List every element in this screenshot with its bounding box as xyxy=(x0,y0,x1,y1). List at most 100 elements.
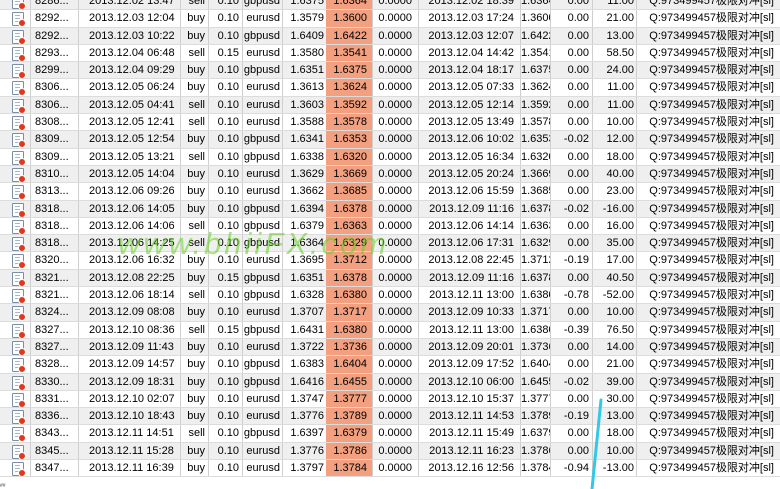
close-time-cell: 2013.12.03 17:24 xyxy=(418,10,520,27)
table-row[interactable]: 8345... 2013.12.11 15:28 buy 0.10 eurusd 1.37… xyxy=(0,442,780,461)
table-row[interactable]: 8309... 2013.12.05 13:21 sell 0.10 gbpusd 1.6… xyxy=(0,148,780,166)
table-row[interactable]: 8318... 2013.12.06 14:06 sell 0.10 gbpusd 1.6… xyxy=(0,217,780,236)
commission-cell: -0.94 xyxy=(550,460,592,477)
size-cell: 0.10 xyxy=(208,217,242,235)
open-price-cell: 1.6338 xyxy=(282,148,326,165)
close-price-cell: 1.6375 xyxy=(520,62,550,79)
table-row[interactable]: 8321... 2013.12.08 22:25 buy 0.15 gbpusd 1.63… xyxy=(0,269,780,288)
ticket-cell: 8318... xyxy=(30,235,78,252)
close-price-cell: 1.6380 xyxy=(520,287,550,304)
table-row[interactable]: 8330... 2013.12.09 18:31 buy 0.10 gbpusd 1.64… xyxy=(0,373,780,391)
profit-cell: -16.00 xyxy=(592,200,636,217)
close-price-cell: 1.3541 xyxy=(520,44,550,62)
table-row[interactable]: 8293... 2013.12.04 06:48 sell 0.15 eurusd 1.3… xyxy=(0,44,780,63)
table-row[interactable]: 8286... 2013.12.02 13:47 sell 0.10 gbpusd 1.6… xyxy=(0,0,780,11)
table-row[interactable]: 8292... 2013.12.03 12:04 buy 0.10 eurusd 1.35… xyxy=(0,10,780,28)
open-price-cell: 1.3662 xyxy=(282,183,326,200)
type-cell: buy xyxy=(180,442,208,460)
table-row[interactable]: 8327... 2013.12.10 08:36 sell 0.15 gbpusd 1.6… xyxy=(0,321,780,339)
ticket-cell: 8306... xyxy=(30,79,78,96)
close-time-cell: 2013.12.04 18:17 xyxy=(418,62,520,79)
ticket-cell: 8321... xyxy=(30,287,78,304)
open-price-cell: 1.6416 xyxy=(282,373,326,390)
profit-cell: 30.00 xyxy=(592,390,636,408)
close-time-cell: 2013.12.06 10:02 xyxy=(418,131,520,148)
close-price-cell: 1.3624 xyxy=(520,79,550,96)
symbol-cell: gbpusd xyxy=(242,131,282,148)
closed-order-dot-icon xyxy=(18,192,26,200)
ticket-cell: 8309... xyxy=(30,131,78,148)
table-row[interactable]: 8306... 2013.12.05 04:41 sell 0.10 eurusd 1.3… xyxy=(0,96,780,115)
ticket-cell: 8343... xyxy=(30,425,78,442)
open-price-cell: 1.3722 xyxy=(282,338,326,356)
open-time-cell: 2013.12.06 14:05 xyxy=(78,200,180,217)
order-icon xyxy=(0,408,30,425)
closed-order-dot-icon xyxy=(18,123,26,131)
comment-cell: Q:973499457极限对冲[sl] xyxy=(636,287,780,304)
type-cell: sell xyxy=(180,96,208,114)
size-cell: 0.10 xyxy=(208,287,242,304)
ticket-cell: 8292... xyxy=(30,10,78,27)
open-price-cell: 1.6394 xyxy=(282,200,326,217)
table-row[interactable]: 8299... 2013.12.04 09:29 buy 0.10 gbpusd 1.63… xyxy=(0,62,780,80)
size-cell: 0.10 xyxy=(208,79,242,96)
stop-loss-cell: 1.3624 xyxy=(326,79,372,96)
open-time-cell: 2013.12.06 14:06 xyxy=(78,217,180,235)
table-row[interactable]: 8328... 2013.12.09 14:57 buy 0.10 gbpusd 1.63… xyxy=(0,356,780,374)
table-row[interactable]: 8309... 2013.12.05 12:54 buy 0.10 gbpusd 1.63… xyxy=(0,131,780,149)
open-price-cell: 1.3776 xyxy=(282,408,326,425)
close-price-cell: 1.6379 xyxy=(520,425,550,442)
commission-cell: 0.00 xyxy=(550,96,592,114)
commission-cell: -0.02 xyxy=(550,373,592,390)
table-row[interactable]: 8320... 2013.12.06 16:32 buy 0.10 eurusd 1.36… xyxy=(0,252,780,270)
commission-cell: 0.00 xyxy=(550,10,592,27)
profit-cell: 13.00 xyxy=(592,27,636,44)
stop-loss-cell: 1.6363 xyxy=(326,217,372,235)
open-time-cell: 2013.12.09 08:08 xyxy=(78,304,180,321)
close-time-cell: 2013.12.09 20:01 xyxy=(418,338,520,356)
commission-cell: 0.00 xyxy=(550,44,592,62)
symbol-cell: gbpusd xyxy=(242,217,282,235)
close-price-cell: 1.6404 xyxy=(520,356,550,373)
size-cell: 0.10 xyxy=(208,442,242,460)
size-cell: 0.10 xyxy=(208,148,242,165)
close-price-cell: 1.6353 xyxy=(520,131,550,148)
symbol-cell: gbpusd xyxy=(242,356,282,373)
closed-order-dot-icon xyxy=(18,434,26,442)
symbol-cell: gbpusd xyxy=(242,269,282,287)
close-price-cell: 1.6320 xyxy=(520,148,550,165)
order-icon xyxy=(0,287,30,304)
table-row[interactable]: 8331... 2013.12.10 02:07 buy 0.10 eurusd 1.37… xyxy=(0,390,780,409)
open-time-cell: 2013.12.05 12:54 xyxy=(78,131,180,148)
ticket-cell: 8313... xyxy=(30,183,78,200)
closed-order-dot-icon xyxy=(18,313,26,321)
table-row[interactable]: 8292... 2013.12.03 10:22 buy 0.10 gbpusd 1.64… xyxy=(0,27,780,45)
comment-cell: Q:973499457极限对冲[sl] xyxy=(636,10,780,27)
ticket-cell: 8308... xyxy=(30,114,78,131)
open-time-cell: 2013.12.03 12:04 xyxy=(78,10,180,27)
symbol-cell: eurusd xyxy=(242,44,282,62)
table-row[interactable]: 8324... 2013.12.09 08:08 buy 0.10 eurusd 1.37… xyxy=(0,304,780,322)
take-profit-cell: 0.0000 xyxy=(372,96,418,114)
table-row[interactable]: 8318... 2013.12.06 14:05 buy 0.10 gbpusd 1.63… xyxy=(0,200,780,218)
comment-cell: Q:973499457极限对冲[sl] xyxy=(636,183,780,200)
open-time-cell: 2013.12.11 15:28 xyxy=(78,442,180,460)
stop-loss-cell: 1.3712 xyxy=(326,252,372,269)
table-row[interactable]: 8308... 2013.12.05 12:41 sell 0.10 eurusd 1.3… xyxy=(0,114,780,132)
table-row[interactable]: 8327... 2013.12.09 11:43 buy 0.10 eurusd 1.37… xyxy=(0,338,780,357)
table-row[interactable]: 8310... 2013.12.05 14:04 buy 0.10 eurusd 1.36… xyxy=(0,165,780,184)
order-icon xyxy=(0,97,30,114)
table-row[interactable]: 8313... 2013.12.06 09:26 buy 0.10 eurusd 1.36… xyxy=(0,183,780,201)
table-row[interactable]: 8347... 2013.12.11 16:39 buy 0.10 eurusd 1.37… xyxy=(0,460,780,478)
table-row[interactable]: 8318... 2013.12.06 14:25 sell 0.10 gbpusd 1.6… xyxy=(0,235,780,253)
closed-order-dot-icon xyxy=(18,19,26,27)
table-row[interactable]: 8336... 2013.12.10 18:43 buy 0.10 eurusd 1.37… xyxy=(0,408,780,426)
table-row[interactable]: 8343... 2013.12.11 14:51 sell 0.10 gbpusd 1.6… xyxy=(0,425,780,443)
close-price-cell: 1.3736 xyxy=(520,338,550,356)
symbol-cell: gbpusd xyxy=(242,425,282,442)
take-profit-cell: 0.0000 xyxy=(372,460,418,477)
table-row[interactable]: 8321... 2013.12.06 18:14 sell 0.10 gbpusd 1.6… xyxy=(0,287,780,305)
close-time-cell: 2013.12.09 17:52 xyxy=(418,356,520,373)
type-cell: buy xyxy=(180,269,208,287)
table-row[interactable]: 8306... 2013.12.05 06:24 buy 0.10 eurusd 1.36… xyxy=(0,79,780,97)
